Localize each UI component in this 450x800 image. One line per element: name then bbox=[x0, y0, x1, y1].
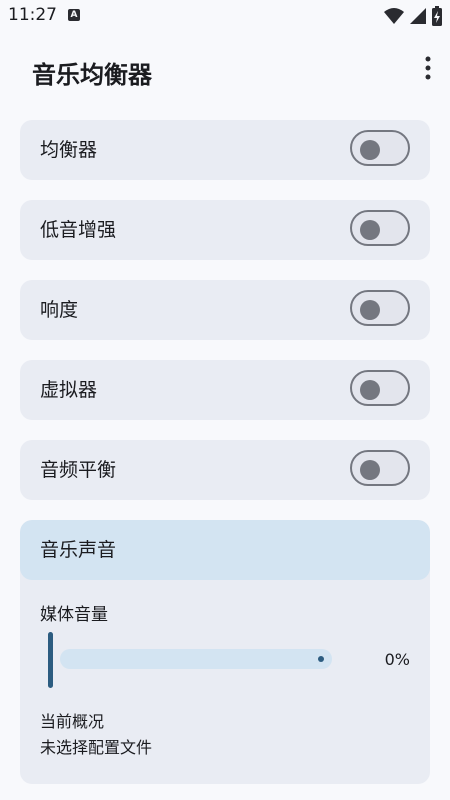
current-profile-title: 当前概况 bbox=[40, 712, 105, 731]
notification-a-icon: A bbox=[68, 9, 80, 21]
music-sound-header[interactable]: 音乐声音 bbox=[20, 520, 430, 580]
loudness-label: 响度 bbox=[40, 299, 79, 321]
app-bar: 音乐均衡器 bbox=[0, 40, 450, 104]
switch-thumb bbox=[360, 220, 380, 240]
media-volume-value: 0% bbox=[384, 650, 410, 669]
audio-balance-switch[interactable] bbox=[350, 450, 410, 486]
equalizer-label: 均衡器 bbox=[40, 139, 98, 161]
current-profile-value: 未选择配置文件 bbox=[40, 738, 153, 757]
bass-boost-row[interactable]: 低音增强 bbox=[20, 200, 430, 260]
music-sound-card: 音乐声音 媒体音量 0% 当前概况 未选择配置文件 bbox=[20, 520, 430, 784]
virtualizer-switch[interactable] bbox=[350, 370, 410, 406]
slider-end-dot bbox=[318, 656, 324, 662]
switch-thumb bbox=[360, 140, 380, 160]
status-bar: 11:27 A bbox=[0, 0, 450, 32]
slider-handle[interactable] bbox=[48, 632, 53, 688]
equalizer-switch[interactable] bbox=[350, 130, 410, 166]
equalizer-row[interactable]: 均衡器 bbox=[20, 120, 430, 180]
music-sound-title: 音乐声音 bbox=[40, 539, 117, 561]
audio-balance-row[interactable]: 音频平衡 bbox=[20, 440, 430, 500]
switch-thumb bbox=[360, 300, 380, 320]
virtualizer-label: 虚拟器 bbox=[40, 379, 98, 401]
page-title: 音乐均衡器 bbox=[32, 61, 152, 89]
audio-balance-label: 音频平衡 bbox=[40, 459, 117, 481]
slider-track[interactable] bbox=[60, 649, 332, 669]
bass-boost-switch[interactable] bbox=[350, 210, 410, 246]
switch-thumb bbox=[360, 460, 380, 480]
more-vert-icon bbox=[425, 56, 431, 80]
loudness-row[interactable]: 响度 bbox=[20, 280, 430, 340]
status-time: 11:27 bbox=[8, 5, 57, 25]
media-volume-slider[interactable] bbox=[48, 630, 338, 690]
loudness-switch[interactable] bbox=[350, 290, 410, 326]
signal-icon bbox=[410, 8, 426, 24]
status-icons bbox=[384, 6, 442, 26]
battery-charging-icon bbox=[432, 6, 442, 26]
bass-boost-label: 低音增强 bbox=[40, 219, 117, 241]
virtualizer-row[interactable]: 虚拟器 bbox=[20, 360, 430, 420]
more-options-button[interactable] bbox=[420, 54, 436, 82]
wifi-icon bbox=[384, 8, 404, 24]
media-volume-label: 媒体音量 bbox=[40, 605, 108, 625]
switch-thumb bbox=[360, 380, 380, 400]
